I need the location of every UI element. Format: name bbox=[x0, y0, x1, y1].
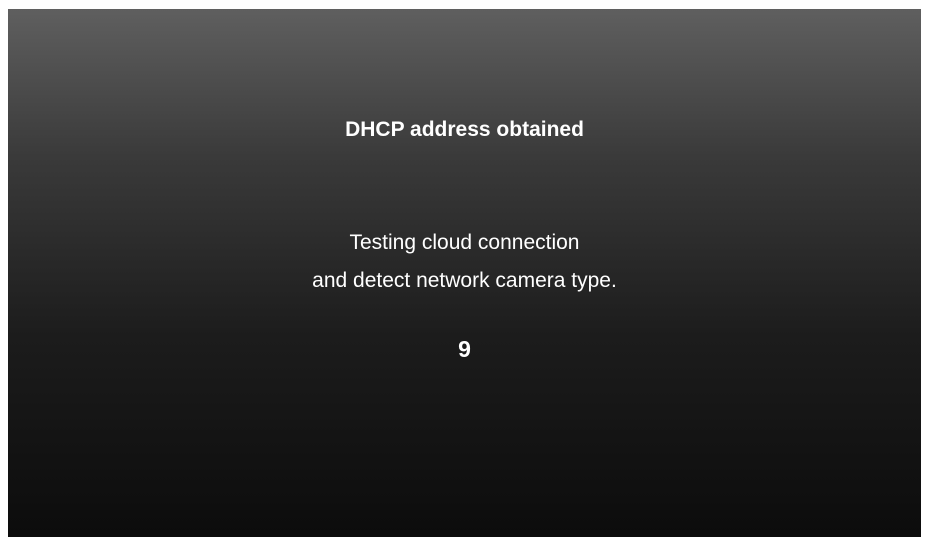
status-title: DHCP address obtained bbox=[345, 118, 584, 141]
countdown-number: 9 bbox=[458, 336, 471, 362]
status-screen: DHCP address obtained Testing cloud conn… bbox=[8, 9, 921, 537]
status-message-line-1: Testing cloud connection bbox=[349, 231, 580, 254]
status-message-line-2: and detect network camera type. bbox=[312, 269, 617, 292]
